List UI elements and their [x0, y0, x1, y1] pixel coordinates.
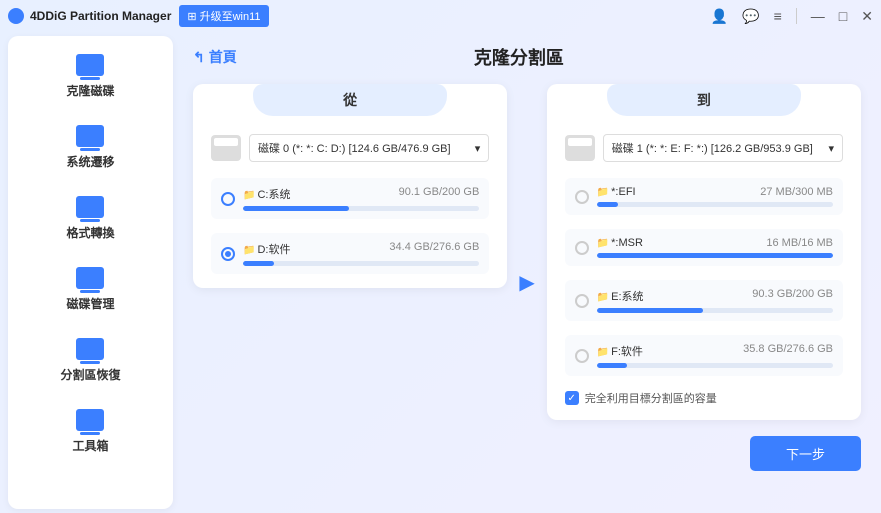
partition-name: C:系统: [243, 186, 290, 202]
disk-icon: [211, 135, 241, 161]
user-icon[interactable]: 👤: [711, 8, 728, 25]
minimize-icon[interactable]: —: [811, 8, 825, 24]
partition-progress: [597, 202, 833, 207]
partition-size: 16 MB/16 MB: [766, 237, 833, 249]
source-disk-select[interactable]: 磁碟 0 (*: *: C: D:) [124.6 GB/476.9 GB] ▾: [249, 134, 489, 162]
partition-progress: [243, 261, 479, 266]
target-disk-select[interactable]: 磁碟 1 (*: *: E: F: *:) [126.2 GB/953.9 GB…: [603, 134, 843, 162]
sidebar-item-3[interactable]: 磁碟管理: [66, 267, 114, 312]
menu-icon[interactable]: ≡: [774, 8, 782, 24]
partition-name: E:系统: [597, 288, 644, 304]
sidebar-icon: [76, 409, 104, 431]
full-use-checkbox[interactable]: ✓: [565, 391, 579, 405]
partition-radio: [575, 294, 589, 308]
disk-icon: [565, 135, 595, 161]
app-logo-icon: [8, 8, 24, 24]
sidebar-label: 系统遷移: [66, 153, 114, 170]
target-label: 到: [607, 84, 801, 116]
page-title: 克隆分割區: [237, 44, 801, 70]
sidebar-item-0[interactable]: 克隆磁碟: [66, 54, 114, 99]
sidebar-label: 磁碟管理: [66, 295, 114, 312]
chevron-down-icon: ▾: [828, 142, 834, 155]
sidebar-item-2[interactable]: 格式轉換: [66, 196, 114, 241]
partition-item: *:EFI 27 MB/300 MB: [565, 178, 843, 215]
upgrade-button[interactable]: 升级至win11: [179, 5, 268, 27]
partition-progress: [597, 363, 833, 368]
target-panel: 到 磁碟 1 (*: *: E: F: *:) [126.2 GB/953.9 …: [547, 84, 861, 420]
close-icon[interactable]: ✕: [861, 8, 873, 25]
full-use-label: 完全利用目標分割區的容量: [585, 390, 717, 406]
sidebar-icon: [76, 267, 104, 289]
sidebar-icon: [76, 54, 104, 76]
partition-progress: [597, 308, 833, 313]
partition-item: F:软件 35.8 GB/276.6 GB: [565, 335, 843, 376]
app-title: 4DDiG Partition Manager: [30, 9, 171, 23]
maximize-icon[interactable]: □: [839, 8, 847, 24]
partition-radio[interactable]: [221, 247, 235, 261]
back-button[interactable]: ↰ 首頁: [193, 47, 237, 67]
partition-progress: [597, 253, 833, 258]
sidebar-label: 工具箱: [72, 437, 108, 454]
source-label: 從: [253, 84, 447, 116]
partition-item: *:MSR 16 MB/16 MB: [565, 229, 843, 266]
partition-size: 90.3 GB/200 GB: [752, 288, 833, 304]
partition-size: 90.1 GB/200 GB: [399, 186, 480, 202]
partition-name: *:EFI: [597, 186, 636, 198]
partition-name: F:软件: [597, 343, 643, 359]
partition-item[interactable]: C:系统 90.1 GB/200 GB: [211, 178, 489, 219]
partition-size: 35.8 GB/276.6 GB: [743, 343, 833, 359]
partition-size: 27 MB/300 MB: [760, 186, 833, 198]
titlebar: 4DDiG Partition Manager 升级至win11 👤 💬 ≡ —…: [0, 0, 881, 32]
next-button[interactable]: 下一步: [750, 436, 861, 471]
partition-progress: [243, 206, 479, 211]
sidebar-icon: [76, 338, 104, 360]
partition-item: E:系统 90.3 GB/200 GB: [565, 280, 843, 321]
sidebar-icon: [76, 196, 104, 218]
sidebar-label: 格式轉換: [66, 224, 114, 241]
sidebar-label: 分割區恢復: [60, 366, 120, 383]
partition-radio: [575, 241, 589, 255]
sidebar: 克隆磁碟系统遷移格式轉換磁碟管理分割區恢復工具箱: [8, 36, 173, 509]
sidebar-label: 克隆磁碟: [66, 82, 114, 99]
chevron-down-icon: ▾: [475, 142, 481, 155]
back-arrow-icon: ↰: [193, 49, 205, 66]
window-controls: 👤 💬 ≡ — □ ✕: [711, 8, 873, 25]
partition-radio: [575, 190, 589, 204]
partition-item[interactable]: D:软件 34.4 GB/276.6 GB: [211, 233, 489, 274]
partition-size: 34.4 GB/276.6 GB: [389, 241, 479, 257]
main-content: ↰ 首頁 克隆分割區 從 磁碟 0 (*: *: C: D:) [124.6 G…: [173, 32, 881, 513]
arrow-right-icon: ▶: [519, 270, 534, 295]
source-panel: 從 磁碟 0 (*: *: C: D:) [124.6 GB/476.9 GB]…: [193, 84, 507, 288]
feedback-icon[interactable]: 💬: [742, 8, 759, 25]
partition-name: *:MSR: [597, 237, 643, 249]
sidebar-item-5[interactable]: 工具箱: [72, 409, 108, 454]
sidebar-icon: [76, 125, 104, 147]
sidebar-item-4[interactable]: 分割區恢復: [60, 338, 120, 383]
partition-radio: [575, 349, 589, 363]
partition-name: D:软件: [243, 241, 290, 257]
sidebar-item-1[interactable]: 系统遷移: [66, 125, 114, 170]
partition-radio[interactable]: [221, 192, 235, 206]
